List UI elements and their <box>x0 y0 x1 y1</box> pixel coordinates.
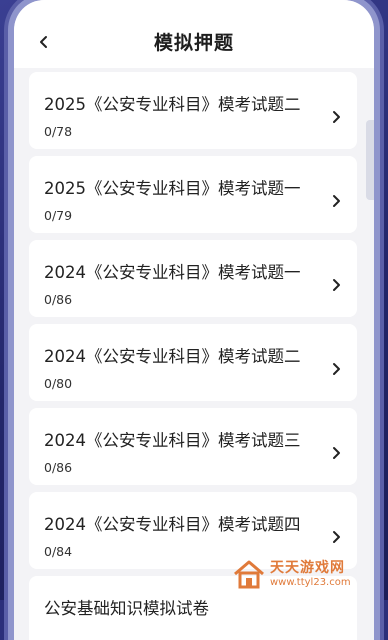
chevron-right-icon <box>333 279 340 291</box>
watermark-text: 天天游戏网 www.ttyl23.com <box>270 561 351 588</box>
watermark: 天天游戏网 www.ttyl23.com <box>232 554 380 594</box>
exam-title: 2024《公安专业科目》模考试题一 <box>44 263 301 282</box>
watermark-title: 天天游戏网 <box>270 559 345 576</box>
header: 模拟押题 <box>14 0 374 68</box>
exam-progress: 0/78 <box>44 124 73 139</box>
house-logo-icon <box>234 560 264 589</box>
chevron-right-icon <box>333 447 340 459</box>
watermark-url: www.ttyl23.com <box>270 576 351 588</box>
exam-title: 2024《公安专业科目》模考试题三 <box>44 431 301 450</box>
chevron-right-icon <box>333 111 340 123</box>
chevron-right-icon <box>333 195 340 207</box>
exam-progress: 0/86 <box>44 292 73 307</box>
exam-card[interactable]: 2024《公安专业科目》模考试题一 0/86 <box>29 240 357 317</box>
exam-card[interactable]: 2025《公安专业科目》模考试题一 0/79 <box>29 156 357 233</box>
exam-title: 公安基础知识模拟试卷 <box>44 599 209 618</box>
exam-title: 2025《公安专业科目》模考试题二 <box>44 95 301 114</box>
exam-card[interactable]: 2024《公安专业科目》模考试题二 0/80 <box>29 324 357 401</box>
exam-title: 2024《公安专业科目》模考试题二 <box>44 347 301 366</box>
app-screen: 模拟押题 2025《公安专业科目》模考试题二 0/78 2025《公安专业科目》… <box>14 0 374 640</box>
exam-progress: 0/84 <box>44 544 73 559</box>
scroll-indicator[interactable] <box>366 120 374 200</box>
chevron-right-icon <box>333 363 340 375</box>
exam-title: 2025《公安专业科目》模考试题一 <box>44 179 301 198</box>
exam-title: 2024《公安专业科目》模考试题四 <box>44 515 301 534</box>
exam-card[interactable]: 2024《公安专业科目》模考试题三 0/86 <box>29 408 357 485</box>
chevron-right-icon <box>333 531 340 543</box>
exam-card[interactable]: 2025《公安专业科目》模考试题二 0/78 <box>29 72 357 149</box>
exam-progress: 0/80 <box>44 376 73 391</box>
exam-progress: 0/86 <box>44 460 73 475</box>
exam-progress: 0/79 <box>44 208 73 223</box>
page-title: 模拟押题 <box>153 32 234 54</box>
